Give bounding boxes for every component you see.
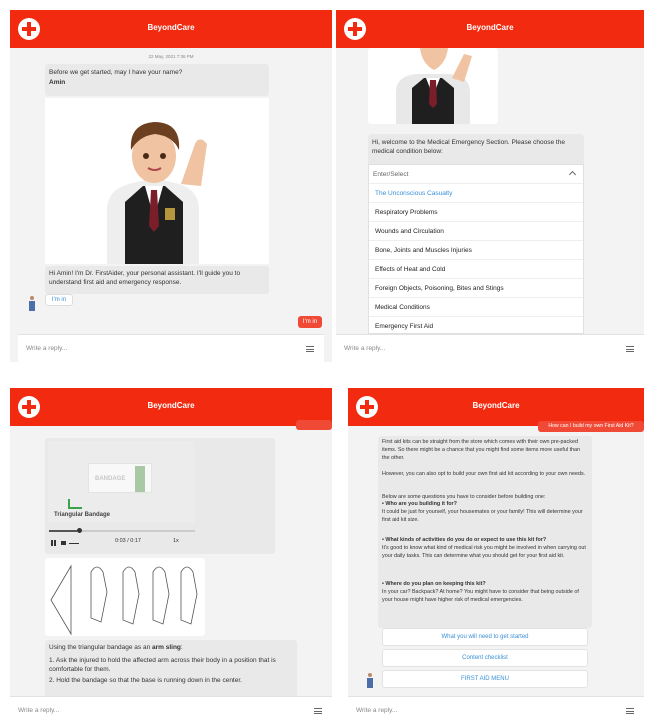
condition-option[interactable]: Bone, Joints and Muscles Injuries bbox=[369, 241, 583, 260]
audio-progress-fill bbox=[49, 530, 77, 532]
video-message-bubble: BANDAGE Triangular Bandage 0:03 / 0:17 1… bbox=[45, 438, 275, 554]
condition-option[interactable]: The Unconscious Casualty bbox=[369, 184, 583, 203]
condition-option[interactable]: Wounds and Circulation bbox=[369, 222, 583, 241]
bandage-image: BANDAGE Triangular Bandage bbox=[48, 441, 194, 523]
reply-bar: Write a reply... bbox=[18, 334, 324, 362]
content-checklist-button[interactable]: Content checklist bbox=[382, 649, 588, 667]
what-you-need-button[interactable]: What you will need to get started bbox=[382, 628, 588, 646]
lead-bold: arm sling bbox=[152, 644, 181, 651]
volume-icon[interactable] bbox=[61, 541, 66, 545]
menu-icon[interactable] bbox=[306, 346, 314, 352]
pause-icon[interactable] bbox=[51, 540, 56, 546]
app-title: BeyondCare bbox=[147, 23, 195, 32]
diagram-message-bubble bbox=[45, 558, 205, 636]
reply-input[interactable]: Write a reply... bbox=[26, 345, 67, 352]
audio-time: 0:03 / 0:17 bbox=[115, 538, 141, 544]
header-bar: BeyondCare bbox=[336, 10, 644, 48]
chat-panel-name: BeyondCare 22 May, 2021 7:36 PM Before w… bbox=[10, 10, 332, 362]
condition-option[interactable]: Effects of Heat and Cold bbox=[369, 260, 583, 279]
reply-bar: Write a reply... bbox=[336, 334, 644, 362]
condition-option[interactable]: Foreign Objects, Poisoning, Bites and St… bbox=[369, 279, 583, 298]
name-answer: Amin bbox=[49, 79, 66, 86]
image-label: Triangular Bandage bbox=[54, 512, 111, 518]
reply-bar: Write a reply... bbox=[10, 696, 332, 724]
bot-message-bubble: Before we get started, may I have your n… bbox=[45, 64, 269, 96]
package-stripe bbox=[135, 466, 145, 492]
message-timestamp: 22 May, 2021 7:36 PM bbox=[148, 54, 194, 59]
menu-icon[interactable] bbox=[626, 346, 634, 352]
first-aid-menu-button[interactable]: FIRST AID MENU bbox=[382, 670, 588, 688]
select-placeholder: Enter/Select bbox=[373, 171, 409, 178]
kit-answer-1: It could be just for yourself, your hous… bbox=[382, 509, 583, 523]
user-reply-im-in: I'm in bbox=[298, 316, 322, 328]
condition-option[interactable]: Medical Conditions bbox=[369, 298, 583, 317]
reply-bar: Write a reply... bbox=[348, 696, 644, 724]
audio-progress-handle[interactable] bbox=[76, 528, 82, 533]
lead-end: : bbox=[180, 644, 183, 651]
reply-input[interactable]: Write a reply... bbox=[356, 707, 397, 714]
condition-option[interactable]: Respiratory Problems bbox=[369, 203, 583, 222]
kit-paragraph-1: First aid kits can be straight from the … bbox=[382, 439, 581, 461]
chevron-up-icon[interactable] bbox=[568, 170, 577, 179]
kit-answer-3: In your car? Backpack? At home? You migh… bbox=[382, 589, 579, 603]
kit-question-3: • Where do you plan on keeping this kit? bbox=[382, 581, 486, 587]
kit-question-2: • What kinds of activities do you do or … bbox=[382, 537, 547, 543]
instructions-lead: Using the triangular bandage as an arm s… bbox=[49, 643, 183, 652]
kit-info-bubble: First aid kits can be straight from the … bbox=[378, 436, 592, 628]
volume-slider[interactable] bbox=[69, 543, 79, 544]
doctor-avatar-waving-image bbox=[45, 98, 269, 264]
chat-panel-conditions: BeyondCare Hi, welcome to the Medical Em… bbox=[336, 10, 644, 362]
audio-progress-track[interactable] bbox=[49, 528, 195, 533]
doctor-avatar-thinking-image bbox=[396, 48, 472, 124]
reply-input[interactable]: Write a reply... bbox=[18, 707, 59, 714]
instruction-step-1: 1. Ask the injured to hold the affected … bbox=[49, 657, 276, 674]
lead-text: Using the triangular bandage as an bbox=[49, 644, 151, 651]
reply-input[interactable]: Write a reply... bbox=[344, 345, 385, 352]
welcome-message: Hi, welcome to the Medical Emergency Sec… bbox=[372, 139, 565, 156]
bandage-package: BANDAGE bbox=[88, 463, 152, 493]
quick-reply-im-in[interactable]: I'm in bbox=[45, 294, 73, 306]
menu-icon[interactable] bbox=[314, 708, 322, 714]
name-question: Before we get started, may I have your n… bbox=[49, 69, 183, 76]
package-text: BANDAGE bbox=[95, 476, 126, 482]
intro-message-bubble: Hi Amin! I'm Dr. FirstAider, your person… bbox=[45, 266, 269, 294]
chat-panel-first-aid-kit: BeyondCare How can I build my own First … bbox=[348, 388, 644, 724]
previous-reply-button bbox=[296, 420, 332, 430]
select-input[interactable]: Enter/Select bbox=[369, 165, 583, 184]
app-title: BeyondCare bbox=[472, 401, 520, 410]
playback-speed[interactable]: 1x bbox=[173, 538, 179, 546]
app-title: BeyondCare bbox=[466, 23, 514, 32]
arm-sling-diagram-image bbox=[50, 564, 198, 636]
condition-select[interactable]: Enter/Select The Unconscious Casualty Re… bbox=[368, 164, 584, 334]
instructions-bubble: Using the triangular bandage as an arm s… bbox=[45, 640, 297, 698]
kit-answer-2: It's good to know what kind of medical r… bbox=[382, 545, 586, 559]
kit-paragraph-2: However, you can also opt to build your … bbox=[382, 471, 586, 477]
bot-avatar-icon bbox=[366, 673, 374, 689]
user-question-bubble: How can I build my own First Aid Kit? bbox=[538, 421, 644, 432]
avatar-message-bubble bbox=[368, 48, 498, 124]
kit-question-1: • Who are you building it for? bbox=[382, 501, 457, 507]
instruction-step-2: 2. Hold the bandage so that the base is … bbox=[49, 677, 242, 684]
app-title: BeyondCare bbox=[147, 401, 195, 410]
avatar-message-bubble bbox=[45, 98, 269, 264]
menu-icon[interactable] bbox=[626, 708, 634, 714]
header-bar: BeyondCare bbox=[10, 388, 332, 426]
bot-avatar-icon bbox=[28, 296, 36, 312]
intro-message: Hi Amin! I'm Dr. FirstAider, your person… bbox=[49, 270, 241, 287]
green-arrow-icon bbox=[68, 499, 82, 509]
chat-panel-bandage: BeyondCare BANDAGE Triangular Bandage 0:… bbox=[10, 388, 332, 724]
header-bar: BeyondCare bbox=[10, 10, 332, 48]
